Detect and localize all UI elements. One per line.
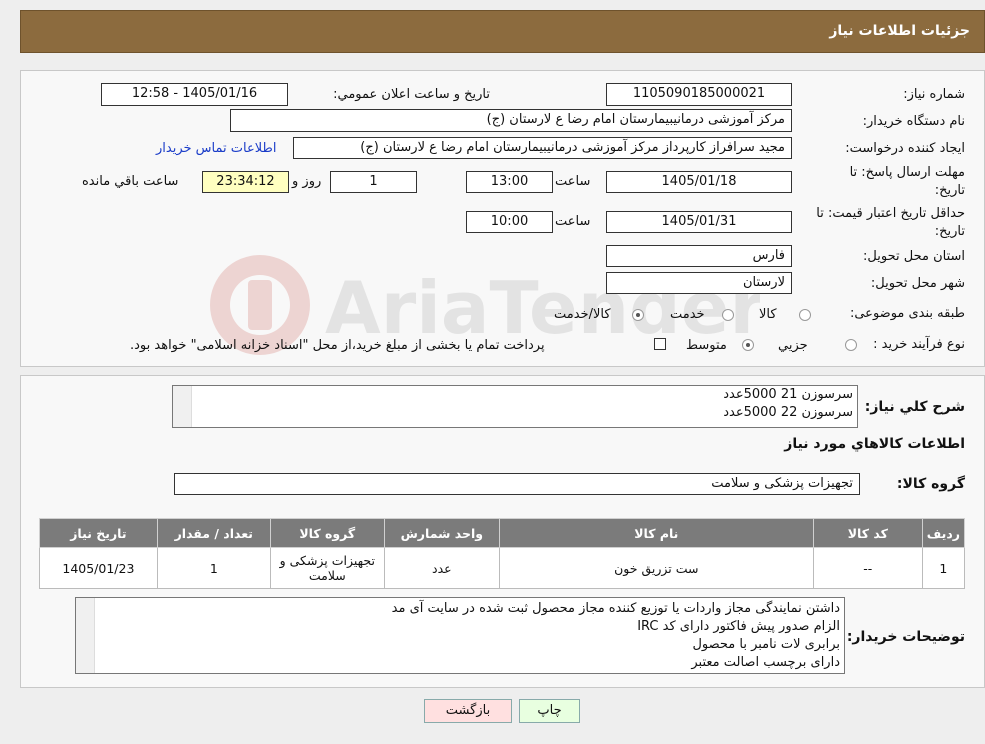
note-line: داشتن نمایندگی مجاز واردات یا توزیع کنند… [391, 601, 840, 616]
cell-need-date: 1405/01/23 [39, 547, 158, 589]
cell-unit: عدد [383, 547, 500, 589]
province-label: استان محل تحويل: [863, 249, 965, 264]
cell-group: تجهیزات پزشکی و سلامت [269, 547, 385, 589]
city-label: شهر محل تحويل: [870, 276, 965, 291]
col-item-name: نام کالا [498, 518, 814, 548]
print-button[interactable]: چاپ [519, 699, 580, 723]
days-label: روز و [292, 174, 322, 189]
note-line: دارای برچسب اصالت معتبر [691, 655, 840, 670]
announce-field: 1405/01/16 - 12:58 [101, 83, 288, 106]
deadline-time-label: ساعت [555, 174, 591, 189]
requester-label: ايجاد کننده درخواست: [845, 141, 965, 156]
goods-table: رديف کد کالا نام کالا واحد شمارش گروه کا… [39, 518, 966, 589]
col-row-number: رديف [921, 518, 966, 548]
summary-line: سرسوزن 22 5000عدد [723, 405, 853, 420]
need-number-field: 1105090185000021 [606, 83, 792, 106]
deadline-date-field: 1405/01/18 [606, 171, 792, 193]
treasury-checkbox[interactable] [654, 338, 666, 350]
buyer-notes-label: توضيحات خريدار: [846, 629, 965, 645]
province-field: فارس [606, 245, 792, 267]
cell-item-name: ست تزریق خون [498, 547, 814, 589]
col-need-date: تاريخ نياز [39, 518, 158, 548]
summary-label: شرح کلي نياز: [864, 399, 965, 415]
price-valid-time-label: ساعت [555, 214, 591, 229]
buyer-org-label: نام دستگاه خريدار: [862, 114, 965, 129]
goods-section-title: اطلاعات کالاهاي مورد نياز [784, 436, 965, 452]
summary-textarea[interactable]: سرسوزن 21 5000عدد سرسوزن 22 5000عدد [172, 385, 858, 428]
process-radio-minor[interactable] [845, 339, 857, 351]
page-header: جزئیات اطلاعات نیاز [20, 10, 985, 53]
category-label: طبقه بندی موضوعی: [849, 306, 965, 321]
deadline-label-date: تاريخ: [934, 183, 965, 198]
need-number-label: شماره نیاز: [903, 87, 965, 102]
process-label: نوع فرآيند خريد : [873, 337, 965, 352]
col-group: گروه کالا [269, 518, 385, 548]
page-title: جزئیات اطلاعات نیاز [829, 23, 970, 39]
process-note: پرداخت تمام يا بخشی از مبلغ خريد،از محل … [130, 338, 545, 353]
cell-quantity: 1 [156, 547, 271, 589]
note-line: الزام صدور پیش فاکتور دارای کد IRC [637, 619, 840, 634]
remaining-label: ساعت باقي مانده [82, 174, 179, 189]
category-radio-service[interactable] [722, 309, 734, 321]
process-radio-medium[interactable] [742, 339, 754, 351]
summary-scrollbar[interactable] [173, 386, 192, 427]
deadline-time-field: 13:00 [466, 171, 553, 193]
col-item-code: کد کالا [812, 518, 923, 548]
note-line: برابری لات نامبر با محصول [692, 637, 840, 652]
back-button[interactable]: بازگشت [424, 699, 512, 723]
category-option-goods: کالا [759, 307, 777, 322]
table-row: 1 -- ست تزریق خون عدد تجهیزات پزشکی و سل… [39, 547, 966, 589]
process-option-minor: جزیي [778, 338, 808, 353]
buyer-org-field: مرکز آموزشی درمانیبیمارستان امام رضا ع ل… [230, 109, 792, 132]
announce-label: تاریخ و ساعت اعلان عمومي: [333, 87, 490, 102]
deadline-label: مهلت ارسال پاسخ: تا [849, 165, 965, 180]
category-option-goods-service: کالا/خدمت [554, 307, 611, 322]
category-option-service: خدمت [670, 307, 705, 322]
price-valid-date-field: 1405/01/31 [606, 211, 792, 233]
city-field: لارستان [606, 272, 792, 294]
cell-row-number: 1 [921, 547, 966, 589]
summary-line: سرسوزن 21 5000عدد [723, 387, 853, 402]
category-radio-goods-service[interactable] [632, 309, 644, 321]
price-valid-label-date: تاريخ: [934, 224, 965, 239]
table-header-row: رديف کد کالا نام کالا واحد شمارش گروه کا… [39, 518, 966, 548]
remaining-time-field: 23:34:12 [202, 171, 289, 193]
category-radio-goods[interactable] [799, 309, 811, 321]
remaining-days-field: 1 [330, 171, 417, 193]
cell-item-code: -- [812, 547, 923, 589]
price-valid-label: حداقل تاريخ اعتبار قيمت: تا [816, 206, 965, 221]
process-option-medium: متوسط [686, 338, 727, 353]
goods-group-label: گروه کالا: [896, 476, 965, 492]
price-valid-time-field: 10:00 [466, 211, 553, 233]
col-unit: واحد شمارش [383, 518, 500, 548]
goods-group-field: تجهیزات پزشکی و سلامت [174, 473, 860, 495]
notes-scrollbar[interactable] [76, 598, 95, 673]
buyer-contact-link[interactable]: اطلاعات تماس خريدار [156, 141, 276, 156]
requester-field: مجید سرافراز کارپرداز مرکز آموزشی درمانی… [293, 137, 792, 159]
buyer-notes-textarea[interactable]: داشتن نمایندگی مجاز واردات یا توزیع کنند… [75, 597, 845, 674]
col-quantity: تعداد / مقدار [156, 518, 271, 548]
